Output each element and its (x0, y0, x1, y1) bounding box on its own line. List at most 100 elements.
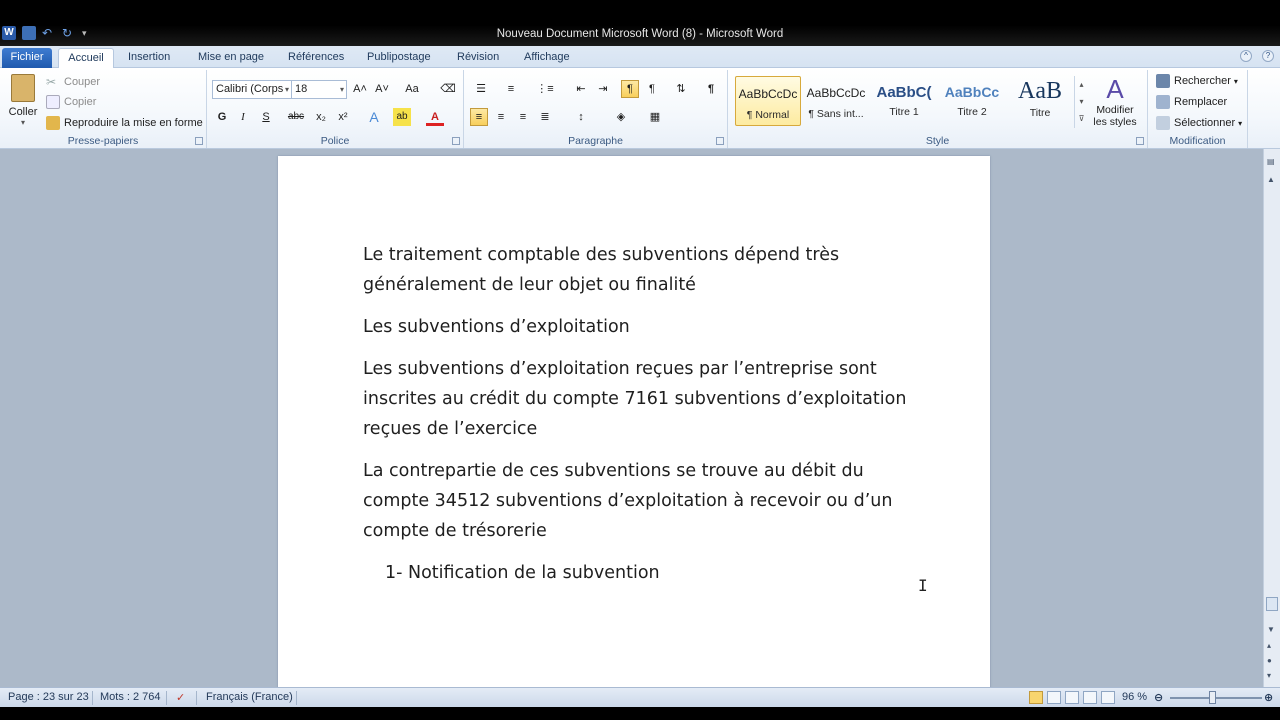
clear-formatting-icon[interactable]: ⌫ (439, 80, 457, 98)
zoom-in-icon[interactable]: ⊕ (1264, 691, 1273, 704)
find-button[interactable]: Rechercher ▾ (1156, 74, 1238, 88)
underline-button[interactable]: S (257, 108, 275, 126)
copy-button[interactable]: Copier (46, 95, 96, 109)
superscript-button[interactable]: x² (334, 108, 352, 126)
bold-button[interactable]: G (213, 108, 231, 126)
format-painter-button[interactable]: Reproduire la mise en forme (46, 116, 203, 130)
rtl-direction-icon[interactable]: ¶ (643, 80, 661, 98)
bullets-icon[interactable]: ☰ (472, 80, 490, 98)
style-heading-2[interactable]: AaBbCc Titre 2 (939, 76, 1005, 126)
italic-button[interactable]: I (234, 108, 252, 126)
increase-indent-icon[interactable]: ⇥ (594, 80, 612, 98)
style-no-spacing[interactable]: AaBbCcDc ¶ Sans int... (803, 76, 869, 126)
zoom-slider-track[interactable] (1170, 697, 1262, 699)
numbering-icon[interactable]: ≡ (502, 80, 520, 98)
paragraph[interactable]: Les subventions d’exploitation (363, 312, 923, 342)
change-styles-icon: A (1106, 74, 1124, 104)
dialog-launcher-icon[interactable] (1136, 137, 1144, 145)
page-indicator[interactable]: Page : 23 sur 23 (8, 691, 89, 703)
web-layout-icon[interactable] (1065, 691, 1079, 704)
chevron-down-icon: ▾ (339, 85, 344, 94)
font-name-combo[interactable]: Calibri (Corps ▾ (212, 80, 292, 99)
word-count[interactable]: Mots : 2 764 (100, 691, 161, 703)
previous-page-icon[interactable]: ▴ (1267, 641, 1271, 650)
tab-insert[interactable]: Insertion (120, 48, 178, 68)
highlight-icon[interactable]: ab (393, 108, 411, 126)
scroll-up-icon[interactable]: ▲ (1267, 175, 1275, 184)
tab-references[interactable]: Références (280, 48, 352, 68)
dialog-launcher-icon[interactable] (195, 137, 203, 145)
cut-button[interactable]: ✂ Couper (46, 75, 100, 89)
scroll-down-icon[interactable]: ▼ (1267, 625, 1275, 634)
paragraph[interactable]: Les subventions d’exploitation reçues pa… (363, 354, 923, 444)
grow-font-icon[interactable]: A˄ (351, 80, 369, 98)
multilevel-list-icon[interactable]: ⋮≡ (536, 80, 554, 98)
list-item[interactable]: 1- Notification de la subvention (385, 558, 923, 588)
chevron-down-icon: ▾ (1238, 118, 1243, 128)
zoom-slider-knob[interactable] (1209, 691, 1216, 704)
font-color-icon[interactable]: A (426, 108, 444, 126)
group-label-font: Police (320, 135, 350, 147)
ruler-toggle-icon[interactable]: ▤ (1267, 157, 1275, 166)
borders-icon[interactable]: ▦ (646, 108, 664, 126)
strikethrough-button[interactable]: abc (287, 108, 305, 126)
style-heading-1[interactable]: AaBbC( Titre 1 (871, 76, 937, 126)
subscript-button[interactable]: x₂ (312, 108, 330, 126)
style-title[interactable]: AaB Titre (1007, 76, 1073, 126)
tab-file[interactable]: Fichier (2, 48, 52, 68)
tab-view[interactable]: Affichage (516, 48, 578, 68)
paste-button[interactable]: Coller ▾ (4, 74, 42, 134)
print-layout-view-icon[interactable] (1029, 691, 1043, 704)
select-button[interactable]: Sélectionner ▾ (1156, 116, 1242, 130)
style-normal[interactable]: AaBbCcDc ¶ Normal (735, 76, 801, 126)
shading-icon[interactable]: ◈ (612, 108, 630, 126)
styles-gallery-scroll[interactable]: ▴ ▾ ⊽ (1074, 76, 1088, 128)
change-case-icon[interactable]: Aa (403, 80, 421, 98)
replace-button[interactable]: Remplacer (1156, 95, 1227, 109)
tab-review[interactable]: Révision (449, 48, 507, 68)
next-page-icon[interactable]: ▾ (1267, 671, 1271, 680)
draft-view-icon[interactable] (1101, 691, 1115, 704)
paintbrush-icon (46, 116, 60, 130)
font-size-combo[interactable]: 18 ▾ (291, 80, 347, 99)
full-screen-reading-icon[interactable] (1047, 691, 1061, 704)
paragraph[interactable]: Le traitement comptable des subventions … (363, 240, 923, 300)
align-center-icon[interactable]: ≡ (492, 108, 510, 126)
scrollbar-thumb[interactable] (1266, 597, 1278, 611)
tab-home[interactable]: Accueil (58, 48, 114, 69)
text-effects-icon[interactable]: A (365, 108, 383, 126)
outline-view-icon[interactable] (1083, 691, 1097, 704)
minimize-ribbon-icon[interactable]: ^ (1240, 50, 1252, 62)
line-spacing-icon[interactable]: ↕ (572, 108, 590, 126)
tab-mailings[interactable]: Publipostage (359, 48, 439, 68)
text-cursor-icon: I (918, 576, 928, 595)
vertical-scrollbar[interactable]: ▤ ▲ ▼ ▴ ● ▾ (1263, 149, 1280, 687)
bottom-border (0, 707, 1280, 720)
dialog-launcher-icon[interactable] (716, 137, 724, 145)
proofing-icon[interactable]: ✓ (176, 691, 185, 704)
copy-icon (46, 95, 60, 109)
scissors-icon: ✂ (46, 75, 57, 89)
justify-icon[interactable]: ≣ (536, 108, 554, 126)
window-title: Nouveau Document Microsoft Word (8) - Mi… (496, 28, 784, 40)
decrease-indent-icon[interactable]: ⇤ (572, 80, 590, 98)
align-left-icon[interactable]: ≡ (470, 108, 488, 126)
document-body[interactable]: Le traitement comptable des subventions … (363, 240, 923, 600)
change-styles-button[interactable]: A Modifier les styles (1090, 74, 1140, 134)
language-indicator[interactable]: Français (France) (206, 691, 293, 703)
ltr-direction-icon[interactable]: ¶ (621, 80, 639, 98)
show-formatting-marks-icon[interactable]: ¶ (702, 80, 720, 98)
binoculars-icon (1156, 74, 1170, 88)
align-right-icon[interactable]: ≡ (514, 108, 532, 126)
document-page[interactable]: Le traitement comptable des subventions … (278, 156, 990, 696)
shrink-font-icon[interactable]: A˅ (373, 80, 391, 98)
ribbon-tabs: Fichier Accueil Insertion Mise en page R… (0, 46, 1280, 69)
help-icon[interactable]: ? (1262, 50, 1274, 62)
sort-icon[interactable]: ⇅ (672, 80, 690, 98)
zoom-level[interactable]: 96 % (1122, 691, 1147, 703)
tab-page-layout[interactable]: Mise en page (190, 48, 272, 68)
dialog-launcher-icon[interactable] (452, 137, 460, 145)
paragraph[interactable]: La contrepartie de ces subventions se tr… (363, 456, 923, 546)
browse-object-icon[interactable]: ● (1267, 656, 1272, 665)
zoom-out-icon[interactable]: ⊖ (1154, 691, 1163, 704)
